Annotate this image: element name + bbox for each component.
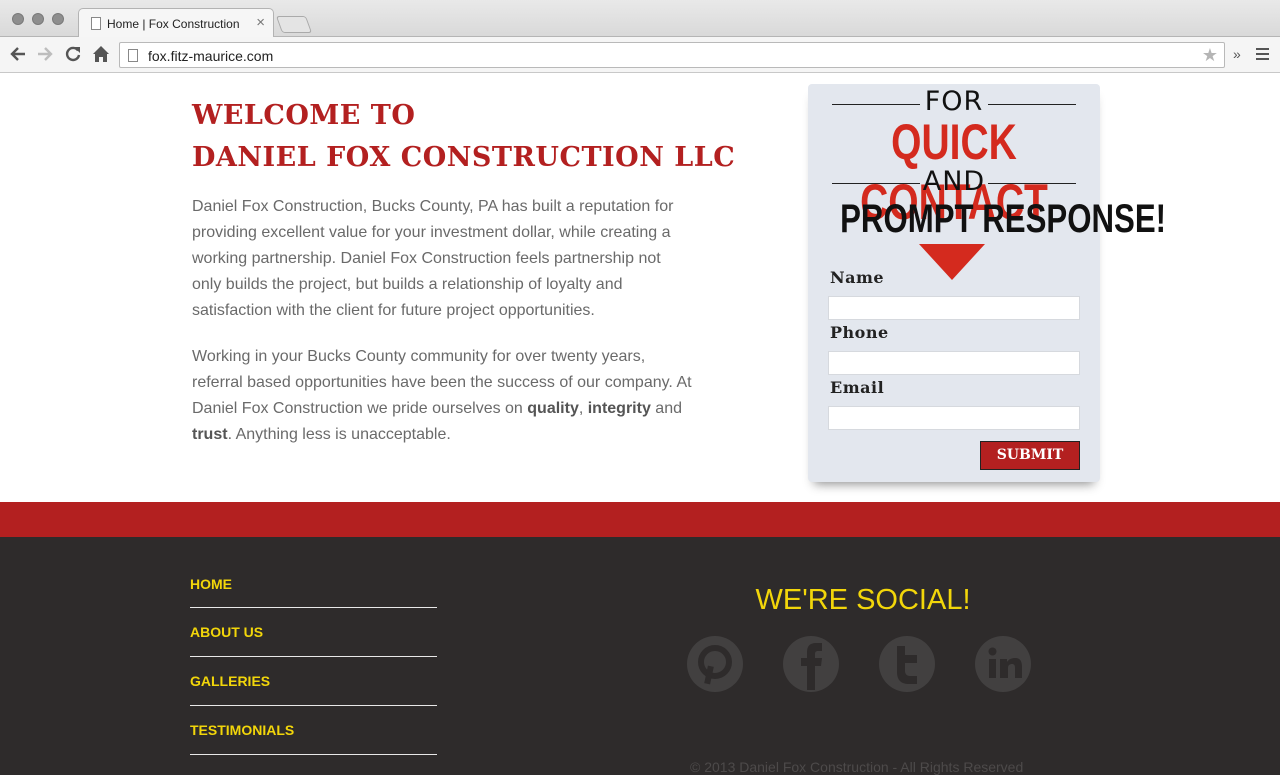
name-label: Name [830, 268, 885, 287]
comma-text: , [578, 400, 588, 417]
close-icon[interactable]: × [256, 14, 265, 31]
tab-title: Home | Fox Construction [107, 17, 240, 31]
new-tab-button[interactable] [275, 16, 313, 33]
intro-paragraph-1: Daniel Fox Construction, Bucks County, P… [192, 198, 674, 319]
home-icon[interactable] [91, 45, 111, 65]
footer-nav-galleries[interactable]: GALLERIES [190, 657, 437, 706]
submit-button[interactable]: SUBMIT [980, 441, 1080, 470]
red-divider-band [0, 502, 1280, 537]
paragraph-end-text: . Anything less is unacceptable. [227, 426, 451, 443]
linkedin-icon[interactable] [975, 636, 1031, 692]
name-field[interactable] [828, 296, 1080, 320]
page-icon [128, 49, 138, 62]
twitter-icon[interactable] [879, 636, 935, 692]
browser-tab-bar: Home | Fox Construction × [0, 0, 1280, 38]
title-line-1: WELCOME TO [192, 100, 416, 131]
bold-trust: trust [192, 426, 228, 443]
email-field[interactable] [828, 406, 1080, 430]
and-text: and [650, 400, 682, 417]
browser-toolbar: fox.fitz-maurice.com ★ » [0, 37, 1280, 73]
footer-nav-about-us[interactable]: ABOUT US [190, 608, 437, 657]
pinterest-icon[interactable] [687, 636, 743, 692]
footer-nav-home[interactable]: HOME [190, 537, 437, 608]
footer-nav: HOME ABOUT US GALLERIES TESTIMONIALS [190, 537, 437, 755]
page-title: WELCOME TO DANIEL FOX CONSTRUCTION LLC [192, 95, 735, 179]
title-line-2: DANIEL FOX CONSTRUCTION LLC [192, 142, 736, 173]
phone-field[interactable] [828, 351, 1080, 375]
intro-text: Daniel Fox Construction, Bucks County, P… [192, 194, 692, 468]
forward-arrow-icon[interactable] [35, 45, 55, 65]
footer: HOME ABOUT US GALLERIES TESTIMONIALS WE'… [0, 537, 1280, 775]
contact-and-text: AND [922, 166, 986, 197]
email-label: Email [830, 378, 885, 397]
page-body: WELCOME TO DANIEL FOX CONSTRUCTION LLC D… [0, 73, 1280, 775]
minimize-window-button[interactable] [32, 13, 44, 25]
browser-tab[interactable]: Home | Fox Construction × [78, 8, 274, 38]
social-heading: WE'RE SOCIAL! [755, 584, 971, 616]
facebook-icon[interactable] [783, 636, 839, 692]
close-window-button[interactable] [12, 13, 24, 25]
contact-prompt-text: PROMPT RESPONSE! [840, 197, 1167, 241]
copyright-text: © 2013 Daniel Fox Construction - All Rig… [690, 759, 1024, 775]
footer-nav-testimonials[interactable]: TESTIMONIALS [190, 706, 437, 755]
zoom-window-button[interactable] [52, 13, 64, 25]
intro-paragraph-2: Working in your Bucks County community f… [192, 344, 692, 448]
page-icon [91, 17, 101, 30]
phone-label: Phone [830, 323, 889, 342]
bold-quality: quality [527, 400, 579, 417]
url-text[interactable]: fox.fitz-maurice.com [148, 48, 273, 64]
bold-integrity: integrity [587, 400, 651, 417]
reload-icon[interactable] [63, 45, 83, 65]
down-arrow-icon [919, 244, 985, 280]
back-arrow-icon[interactable] [8, 45, 28, 65]
address-bar[interactable]: fox.fitz-maurice.com ★ [119, 42, 1225, 68]
browser-menu-icon[interactable] [1256, 48, 1269, 60]
extensions-overflow-icon[interactable]: » [1233, 46, 1241, 62]
quick-contact-form: FOR QUICK CONTACT AND PROMPT RESPONSE! N… [808, 84, 1167, 482]
bookmark-star-icon[interactable]: ★ [1202, 45, 1218, 66]
